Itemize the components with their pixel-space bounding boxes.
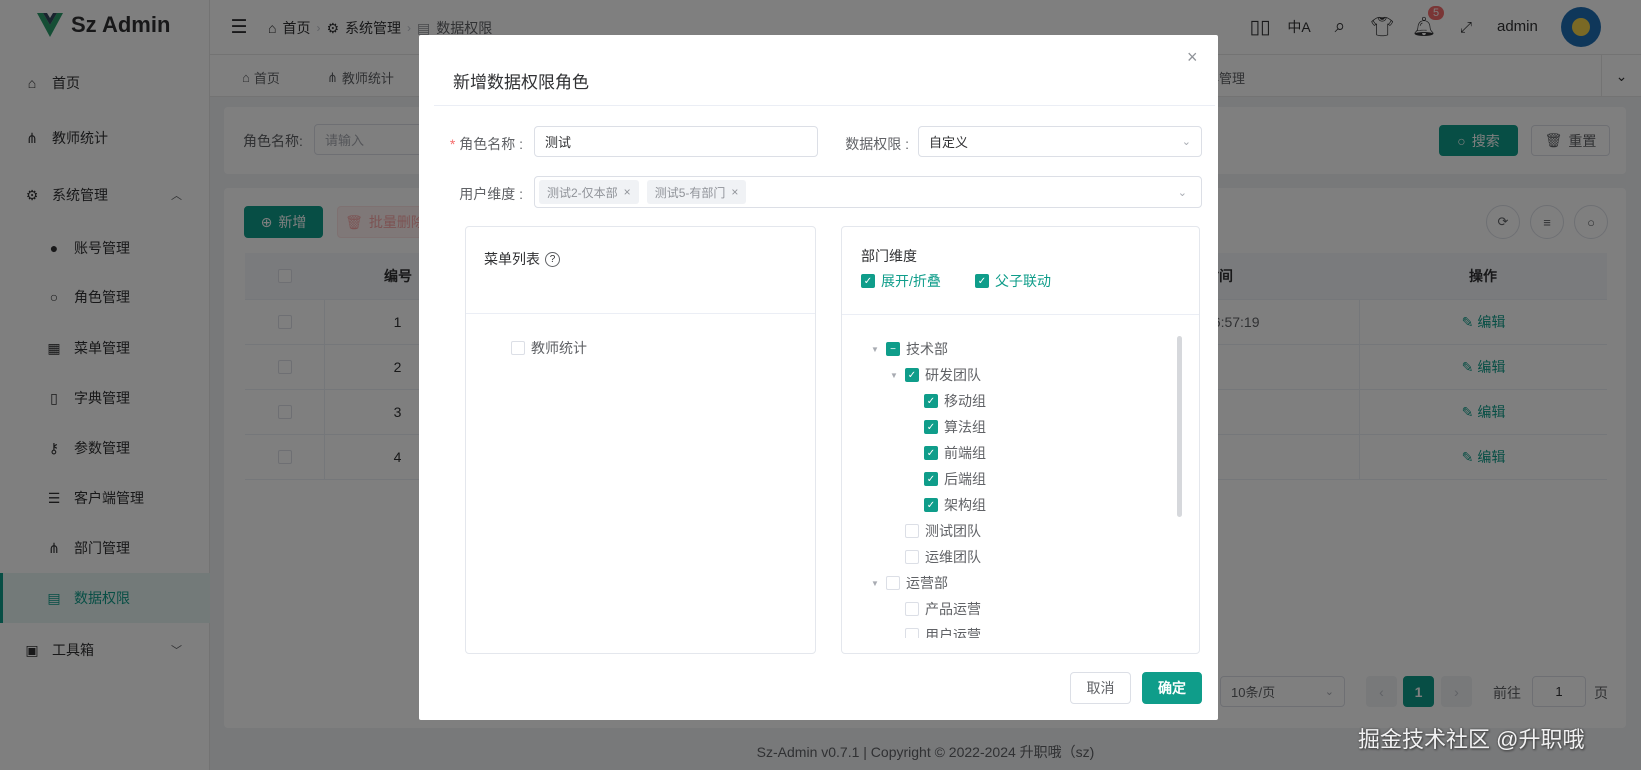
close-icon[interactable]: × bbox=[1187, 47, 1198, 68]
checkbox[interactable]: − bbox=[886, 342, 900, 356]
dept-tree-node[interactable]: ▼ ✓ 研发团队 bbox=[889, 363, 981, 387]
tag-close-icon[interactable]: × bbox=[624, 185, 631, 199]
dept-tree-node[interactable]: ▼ 运营部 bbox=[870, 571, 948, 595]
checkbox[interactable] bbox=[905, 524, 919, 538]
dept-tree-node[interactable]: 测试团队 bbox=[889, 519, 981, 543]
chevron-down-icon: ⌄ bbox=[1177, 186, 1187, 199]
checkbox[interactable]: ✓ bbox=[924, 472, 938, 486]
dept-tree-node[interactable]: 产品运营 bbox=[889, 597, 981, 621]
divider bbox=[434, 105, 1215, 106]
parent-child-linkage-checkbox[interactable]: ✓ 父子联动 bbox=[975, 271, 1051, 291]
dept-tree-node[interactable]: ✓ 架构组 bbox=[908, 493, 986, 517]
dialog-title: 新增数据权限角色 bbox=[453, 73, 589, 92]
dept-panel-title: 部门维度 bbox=[861, 248, 917, 264]
role-name-input[interactable]: 测试 bbox=[534, 126, 818, 157]
dept-dimension-panel: 部门维度 ✓ 展开/折叠 ✓ 父子联动 ▼ − 技术部 ▼ ✓ 研发团队 ✓ 移动组 ✓ 算法组 ✓ 前端… bbox=[841, 226, 1200, 654]
user-dimension-label: 用户维度 : bbox=[459, 186, 523, 202]
caret-down-icon[interactable]: ▼ bbox=[870, 579, 880, 588]
checkbox[interactable] bbox=[886, 576, 900, 590]
dept-tree-node[interactable]: ✓ 算法组 bbox=[908, 415, 986, 439]
caret-down-icon[interactable]: ▼ bbox=[870, 345, 880, 354]
menu-list-title: 菜单列表 bbox=[484, 251, 540, 267]
checkbox[interactable] bbox=[905, 628, 919, 638]
checkbox[interactable]: ✓ bbox=[924, 420, 938, 434]
dept-tree-node[interactable]: ✓ 后端组 bbox=[908, 467, 986, 491]
menu-tree-item[interactable]: 教师统计 bbox=[511, 336, 587, 360]
checkbox[interactable] bbox=[511, 341, 525, 355]
dept-tree-node[interactable]: ✓ 前端组 bbox=[908, 441, 986, 465]
checkbox[interactable] bbox=[905, 550, 919, 564]
tag-close-icon[interactable]: × bbox=[731, 185, 738, 199]
data-scope-label: 数据权限 : bbox=[845, 136, 909, 152]
user-tag: 测试2-仅本部 × bbox=[539, 180, 639, 204]
dept-tree-node[interactable]: 用户运营 bbox=[889, 623, 981, 638]
dept-tree-node[interactable]: ▼ − 技术部 bbox=[870, 337, 948, 361]
watermark: 掘金技术社区 @升职哦 bbox=[1358, 727, 1585, 752]
expand-collapse-checkbox[interactable]: ✓ 展开/折叠 bbox=[861, 271, 941, 291]
user-dimension-select[interactable]: 测试2-仅本部 × 测试5-有部门 × ⌄ bbox=[534, 176, 1202, 208]
data-scope-select[interactable]: 自定义 ⌄ bbox=[918, 126, 1202, 157]
dept-tree: ▼ − 技术部 ▼ ✓ 研发团队 ✓ 移动组 ✓ 算法组 ✓ 前端组 ✓ 后端组 ✓ 架构组 测试团队 运维团队 ▼… bbox=[842, 315, 1199, 638]
checkbox[interactable]: ✓ bbox=[924, 498, 938, 512]
chevron-down-icon: ⌄ bbox=[1181, 136, 1191, 148]
role-name-label: * 角色名称 : bbox=[449, 136, 523, 152]
dept-tree-node[interactable]: 运维团队 bbox=[889, 545, 981, 569]
checkbox[interactable]: ✓ bbox=[924, 394, 938, 408]
dept-tree-node[interactable]: ✓ 移动组 bbox=[908, 389, 986, 413]
check-icon: ✓ bbox=[861, 274, 875, 288]
scrollbar[interactable] bbox=[1177, 336, 1182, 517]
help-icon[interactable]: ? bbox=[545, 251, 560, 267]
check-icon: ✓ bbox=[975, 274, 989, 288]
caret-down-icon[interactable]: ▼ bbox=[889, 371, 899, 380]
checkbox[interactable] bbox=[905, 602, 919, 616]
user-tag: 测试5-有部门 × bbox=[646, 180, 747, 204]
cancel-button[interactable]: 取消 bbox=[1070, 672, 1131, 704]
divider bbox=[466, 313, 815, 314]
checkbox[interactable]: ✓ bbox=[924, 446, 938, 460]
menu-list-panel: 菜单列表? 教师统计 bbox=[465, 226, 816, 654]
confirm-button[interactable]: 确定 bbox=[1142, 672, 1202, 704]
add-data-role-dialog: 新增数据权限角色 × * 角色名称 : 测试 数据权限 : 自定义 ⌄ 用户维度 … bbox=[419, 35, 1218, 720]
checkbox[interactable]: ✓ bbox=[905, 368, 919, 382]
